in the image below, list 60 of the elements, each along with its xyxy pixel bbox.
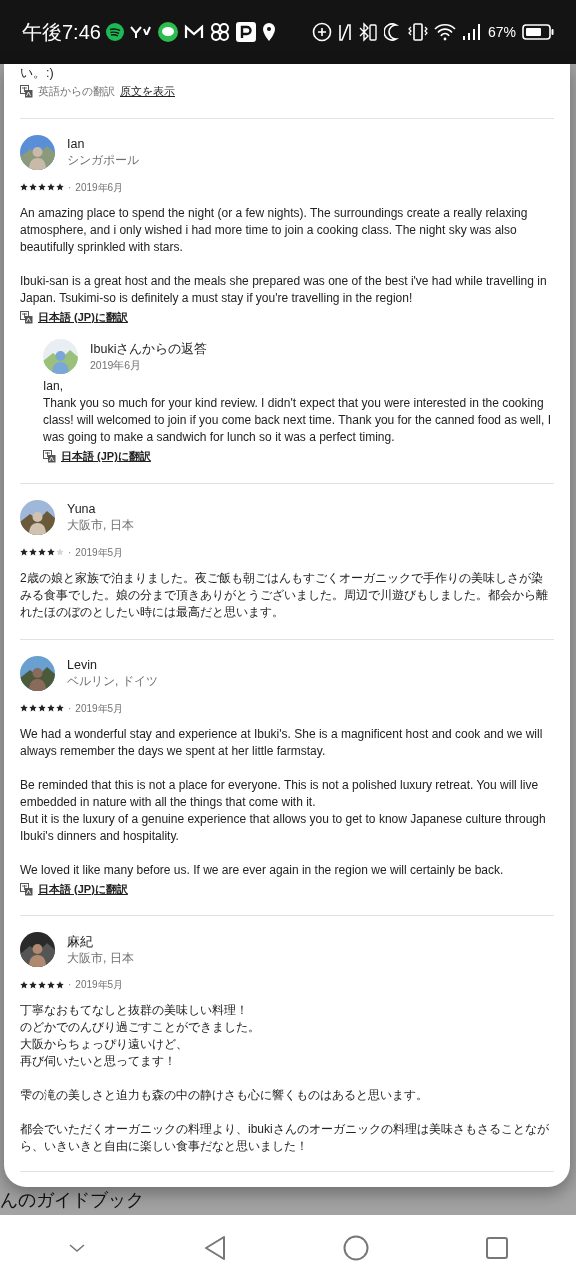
review-text: An amazing place to spend the night (or a few nights). The surroundings create a really relaxing atmosphere, and i only wished i had more time to join a cooking class. The night sky was also beautifully sprinkled with stars.	[20, 204, 529, 256]
vibrate-icon	[407, 22, 428, 42]
review-text: We loved it like many before us. If we are ever again in the region we will certainly be back.	[20, 861, 505, 879]
separator-dot: ·	[68, 701, 72, 716]
separator-dot: ·	[68, 545, 72, 560]
reviewer-location: 大阪市, 日本	[67, 518, 134, 534]
translate-icon	[20, 85, 33, 99]
review-date: 2019年5月	[75, 978, 124, 993]
review-text: 2歳の娘と家族で泊まりました。夜ご飯も朝ごはんもすごくオーガニックで手作りの美味しさが染みる食事でした。娘の分まで頂きありがとうございました。周辺で川遊びもしました。都会から離れたほのぼのとしたい時には最高だと思います。	[20, 569, 549, 621]
translate-icon	[20, 882, 33, 896]
reviewer-location: 大阪市, 日本	[67, 950, 134, 966]
location-icon	[261, 22, 276, 42]
show-original-link[interactable]: 原文を表示	[120, 84, 175, 100]
review-text: Be reminded that this is not a place for everyone. This is not a polished luxury retreat. You will live embedded in nature with all the things that come with it.	[20, 776, 540, 811]
review-text: Ibuki-san is a great host and the meals she prepared was one of the best i've had while travelling in Japan. Tsukimi-so is definitely a must stay if you're travelling in the region!	[20, 272, 548, 307]
wifi-icon	[433, 23, 456, 41]
battery-percentage: 67%	[487, 22, 516, 42]
reply-date: 2019年6月	[90, 358, 143, 373]
mail-icon	[183, 24, 204, 40]
recents-icon[interactable]	[485, 1236, 508, 1259]
reviewer-location: シンガポール	[67, 153, 139, 169]
reviewer-name: Yuna	[67, 501, 97, 519]
translate-link[interactable]: 日本語 (JP)に翻訳	[61, 448, 151, 465]
review-text: い。:)	[20, 65, 55, 82]
translate-icon	[43, 450, 56, 463]
review-text: 再び伺いたいと思ってます！	[20, 1053, 177, 1071]
review-text: 都会でいただくオーガニックの料理より、ibukiさんのオーガニックの料理は美味さもさることながら、いきいきと自由に楽しい食事だなと思いました！	[20, 1121, 550, 1156]
translate-icon	[20, 310, 33, 324]
review-text: We had a wonderful stay and experience at Ibuki's. She is a magnificent host and cook and we will always remember the days we spent at her little farmstay.	[20, 725, 544, 760]
review-text: のどかでのんびり過ごすことができました。	[20, 1019, 261, 1037]
review-text: 大阪からちょっぴり遠いけど、	[20, 1036, 189, 1054]
review-text: But it is the luxury of a genuine experience that allows you to get to know Japanese culture through Ibuki's dinners and hospitality.	[20, 810, 547, 845]
translate-link[interactable]: 日本語 (JP)に翻訳	[38, 880, 128, 898]
review-date: 2019年5月	[75, 545, 124, 560]
reviewer-name: Ian	[67, 136, 86, 154]
review-date: 2019年5月	[75, 701, 124, 716]
moon-icon	[383, 23, 402, 41]
bluetooth-icon	[357, 22, 378, 42]
signal-icon	[461, 23, 482, 41]
translation-note: 英語からの翻訳	[38, 84, 115, 99]
reply-text: Thank you so much for your kind review. I didn't expect that you were interested in the cooking class! will welcomed to join if you come back next time. Thank you for the canned food as well, I was going to make a sandwich for lunch so it was a perfect timing.	[43, 395, 553, 447]
section-heading: んのガイドブック	[0, 1190, 144, 1210]
translate-link[interactable]: 日本語 (JP)に翻訳	[38, 308, 128, 326]
separator-dot: ·	[68, 180, 72, 195]
review-text: 雫の滝の美しさと迫力も森の中の静けさも心に響くものはあると思います。	[20, 1087, 429, 1105]
reviewer-name: Levin	[67, 657, 98, 675]
review-date: 2019年6月	[75, 180, 124, 195]
reply-text: Ian,	[43, 378, 64, 396]
reviewer-location: ベルリン, ドイツ	[67, 674, 158, 690]
chevron-down-icon[interactable]	[68, 1242, 87, 1253]
back-icon[interactable]	[202, 1234, 227, 1261]
reply-title: Ibukiさんからの返答	[90, 341, 208, 359]
data-saver-icon	[311, 22, 332, 42]
battery-icon	[522, 23, 554, 41]
home-icon[interactable]	[343, 1234, 370, 1261]
clock: 午後7:46	[22, 20, 101, 45]
separator-dot: ·	[68, 978, 72, 993]
chat-bubble-icon	[157, 22, 178, 42]
reviewer-name: 麻紀	[67, 933, 94, 951]
review-text: 丁寧なおもてなしと抜群の美味しい料理！	[20, 1002, 249, 1020]
